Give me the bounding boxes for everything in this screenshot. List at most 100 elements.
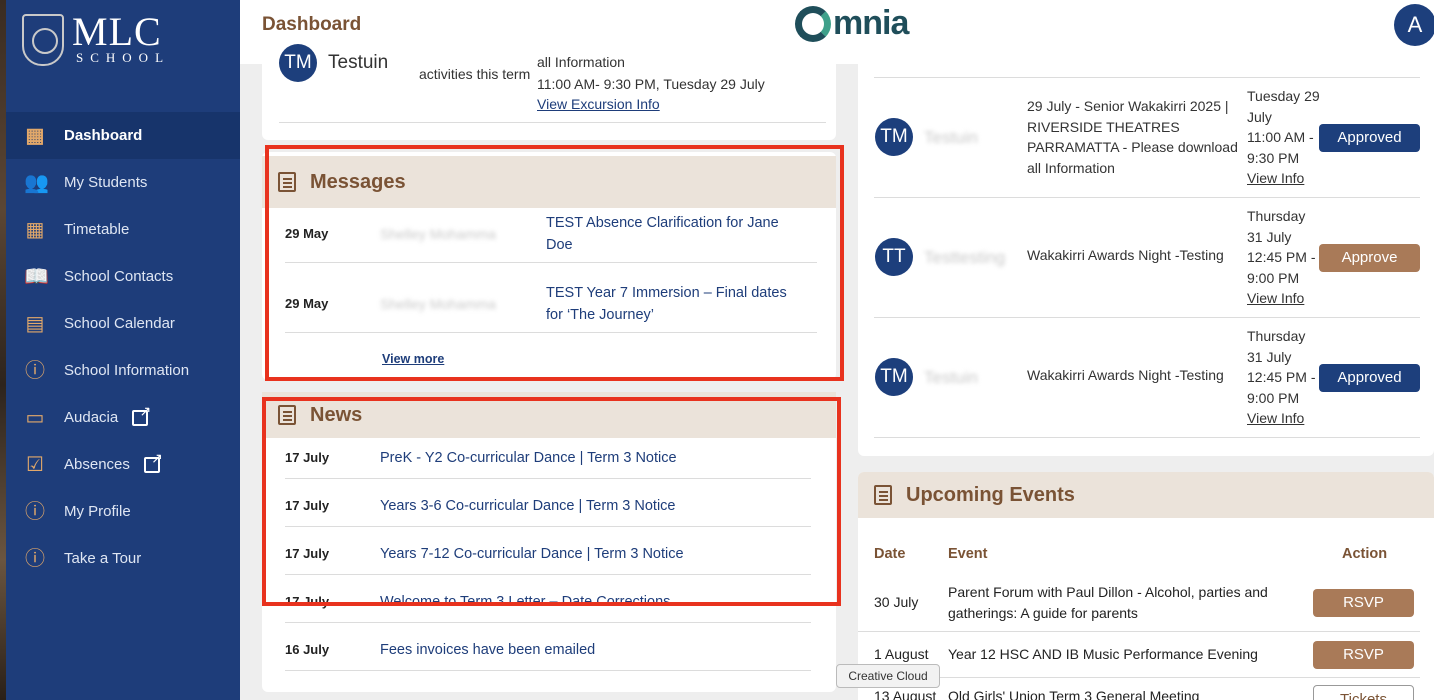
divider xyxy=(279,122,826,123)
message-row[interactable]: 29 May Shelley Mohamma TEST Absence Clar… xyxy=(262,208,836,268)
sidebar-item-label: My Students xyxy=(64,174,148,191)
sidebar-item-school-contacts[interactable]: 📖 School Contacts xyxy=(6,253,240,300)
news-title-link[interactable]: Years 7-12 Co-curricular Dance | Term 3 … xyxy=(380,546,684,562)
rsvp-button[interactable]: RSVP xyxy=(1313,641,1414,669)
view-info-link[interactable]: View Info xyxy=(1247,168,1320,189)
calendar-icon: ▤ xyxy=(25,312,45,335)
sidebar-item-my-profile[interactable]: ⓘ My Profile xyxy=(6,488,240,535)
news-title-link[interactable]: PreK - Y2 Co-curricular Dance | Term 3 N… xyxy=(380,450,677,466)
sidebar-item-label: Timetable xyxy=(64,221,130,238)
sidebar-item-school-information[interactable]: ⓘ School Information xyxy=(6,347,240,394)
profile-icon: ⓘ xyxy=(25,500,45,523)
approval-row: TT Testtesting Wakakirri Awards Night -T… xyxy=(858,198,1434,318)
logo-main-text: MLC xyxy=(72,9,162,54)
message-subject[interactable]: TEST Absence Clarification for Jane Doe xyxy=(546,212,806,256)
excursion-info-line: all Information xyxy=(537,54,625,70)
news-title-link[interactable]: Years 3-6 Co-curricular Dance | Term 3 N… xyxy=(380,498,676,514)
divider xyxy=(285,478,811,479)
contacts-icon: 📖 xyxy=(24,265,49,288)
divider xyxy=(285,526,811,527)
avatar: TT xyxy=(875,238,913,276)
sidebar-item-label: School Information xyxy=(64,362,190,379)
view-info-link[interactable]: View Info xyxy=(1247,288,1315,309)
sidebar-item-label: Dashboard xyxy=(64,127,143,144)
crest-icon xyxy=(22,14,64,66)
events-header-action: Action xyxy=(1342,546,1388,562)
tour-icon: ⓘ xyxy=(25,547,45,570)
omnia-brand-text: mnia xyxy=(833,4,909,42)
avatar: TM xyxy=(279,44,317,82)
sidebar-item-my-students[interactable]: 👥 My Students xyxy=(6,159,240,206)
news-row[interactable]: 17 July PreK - Y2 Co-curricular Dance | … xyxy=(262,438,836,486)
divider xyxy=(874,437,1420,438)
divider xyxy=(285,574,811,575)
student-name: Testuin xyxy=(924,368,978,387)
news-row[interactable]: 17 July Years 7-12 Co-curricular Dance |… xyxy=(262,534,836,582)
sidebar-item-dashboard[interactable]: ▦ Dashboard xyxy=(6,112,240,159)
news-row[interactable]: 16 July Fees invoices have been emailed xyxy=(262,630,836,678)
sidebar-item-timetable[interactable]: ▦ Timetable xyxy=(6,206,240,253)
approval-when: Thursday 31 July 12:45 PM - 9:00 PM View… xyxy=(1247,326,1315,429)
user-avatar[interactable]: A xyxy=(1394,4,1434,46)
message-subject[interactable]: TEST Year 7 Immersion – Final dates for … xyxy=(546,282,806,326)
sidebar-item-take-a-tour[interactable]: ⓘ Take a Tour xyxy=(6,535,240,582)
audacia-icon: ▭ xyxy=(25,406,45,429)
message-row[interactable]: 29 May Shelley Mohamma TEST Year 7 Immer… xyxy=(262,278,836,338)
divider xyxy=(285,670,811,671)
news-date: 17 July xyxy=(285,546,330,561)
rsvp-button[interactable]: RSVP xyxy=(1313,589,1414,617)
news-row[interactable]: 17 July Welcome to Term 3 Letter – Date … xyxy=(262,582,836,630)
omnia-ring-icon xyxy=(795,5,831,42)
sidebar-item-label: My Profile xyxy=(64,503,131,520)
approval-event: Wakakirri Awards Night -Testing xyxy=(1027,247,1224,263)
news-title: News xyxy=(310,403,363,426)
logo-sub-text: SCHOOL xyxy=(76,50,171,65)
sidebar-item-label: Absences xyxy=(64,456,130,473)
when-line: July xyxy=(1247,108,1272,125)
activities-label: activities this term xyxy=(419,66,531,82)
approved-button[interactable]: Approved xyxy=(1319,364,1420,392)
approval-when: Thursday 31 July 12:45 PM - 9:00 PM View… xyxy=(1247,206,1315,309)
news-icon xyxy=(278,405,296,425)
upcoming-events-title: Upcoming Events xyxy=(906,483,1075,506)
avatar: TM xyxy=(875,118,913,156)
news-title-link[interactable]: Welcome to Term 3 Letter – Date Correcti… xyxy=(380,594,670,610)
creative-cloud-tooltip: Creative Cloud xyxy=(836,664,940,688)
events-header-event: Event xyxy=(948,546,988,562)
event-row: 1 August Year 12 HSC AND IB Music Perfor… xyxy=(858,632,1434,678)
divider xyxy=(285,622,811,623)
view-info-link[interactable]: View Info xyxy=(1247,408,1315,429)
absences-icon: ☑ xyxy=(26,453,44,476)
approvals-panel: TM Testuin 29 July - Senior Wakakirri 20… xyxy=(858,64,1434,456)
student-name: Testuin xyxy=(328,52,389,73)
approval-row: TM Testuin Wakakirri Awards Night -Testi… xyxy=(858,318,1434,438)
sidebar-item-absences[interactable]: ☑ Absences xyxy=(6,441,240,488)
when-line: 9:00 PM xyxy=(1247,269,1300,286)
when-line: 11:00 AM - xyxy=(1247,129,1314,145)
events-header-date: Date xyxy=(874,546,906,562)
school-logo[interactable]: MLC SCHOOL xyxy=(22,9,171,66)
calendar-check-icon xyxy=(874,485,892,505)
students-icon: 👥 xyxy=(24,171,49,194)
message-sender: Shelley Mohamma xyxy=(380,226,496,242)
view-excursion-info-link[interactable]: View Excursion Info xyxy=(537,96,660,112)
when-line: 9:30 PM xyxy=(1247,149,1300,166)
when-line: 12:45 PM - xyxy=(1247,249,1316,265)
message-sender: Shelley Mohamma xyxy=(380,296,496,312)
divider xyxy=(285,262,817,263)
news-row[interactable]: 17 July Years 3-6 Co-curricular Dance | … xyxy=(262,486,836,534)
view-more-link[interactable]: View more xyxy=(382,352,444,366)
approve-button[interactable]: Approve xyxy=(1319,244,1420,272)
omnia-logo[interactable]: mnia xyxy=(795,4,909,43)
sidebar: MLC SCHOOL ▦ Dashboard 👥 My Students ▦ T… xyxy=(6,0,240,700)
sidebar-item-audacia[interactable]: ▭ Audacia xyxy=(6,394,240,441)
timetable-icon: ▦ xyxy=(25,218,45,241)
tickets-button[interactable]: Tickets xyxy=(1313,685,1414,700)
when-line: 12:45 PM - xyxy=(1247,369,1316,385)
sidebar-item-school-calendar[interactable]: ▤ School Calendar xyxy=(6,300,240,347)
approved-button[interactable]: Approved xyxy=(1319,124,1420,152)
messages-title: Messages xyxy=(310,170,406,193)
news-title-link[interactable]: Fees invoices have been emailed xyxy=(380,642,595,658)
messages-panel: Messages 29 May Shelley Mohamma TEST Abs… xyxy=(262,152,836,380)
news-panel: News 17 July PreK - Y2 Co-curricular Dan… xyxy=(262,392,836,692)
